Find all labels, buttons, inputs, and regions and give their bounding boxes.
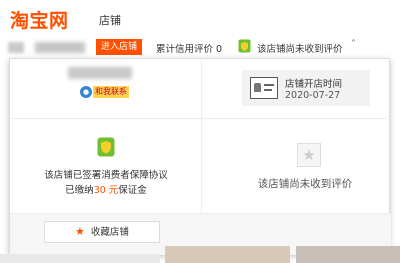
chevron-up-icon[interactable]: ˄ [351,39,356,50]
store-info-dropdown: ● 和我联系 店铺开店时间 2020-07-27 该店铺已签署消费者保障协议 已… [9,58,391,255]
blurred-seller-name [68,67,132,79]
open-time-box: 店铺开店时间 2020-07-27 [242,70,370,106]
no-evaluation-text: 该店铺尚未收到评价 [257,178,353,190]
store-info-bar: 进入店铺 累计信用评价 0 该店铺尚未收到评价 ˄ [0,38,400,58]
open-date: 2020-07-27 [285,90,341,101]
site-header: 淘宝网 店铺 [0,0,400,38]
store-label: 店铺 [99,14,121,27]
consumer-guarantee-icon [238,39,251,53]
contact-label: 和我联系 [93,86,129,98]
open-time-title: 店铺开店时间 [285,79,343,90]
credit-rating[interactable]: 累计信用评价 0 [156,41,222,55]
shop-contact-cell: ● 和我联系 [10,59,202,119]
favorite-store-button[interactable]: ★ 收藏店铺 [44,221,160,243]
blurred-avatar [8,42,24,53]
taobao-logo[interactable]: 淘宝网 [10,6,69,33]
id-card-icon [250,77,278,99]
agreement-text: 该店铺已签署消费者保障协议 [44,170,168,181]
deposit-amount: 30 元 [93,185,119,196]
chat-icon: ● [80,86,92,98]
evaluation-cell: ★ 该店铺尚未收到评价 [202,119,391,213]
background-product-image [296,246,400,263]
favorite-star-icon: ★ [75,225,85,238]
guarantee-cell: 该店铺已签署消费者保障协议 已缴纳30 元保证金 [10,119,202,213]
open-time-cell: 店铺开店时间 2020-07-27 [202,59,391,119]
favorite-label: 收藏店铺 [90,227,129,238]
background-page-strip [0,254,160,263]
blurred-shop-name [35,42,85,53]
guarantee-shield-icon [97,137,115,157]
enter-store-button[interactable]: 进入店铺 [96,39,142,55]
background-product-image [165,246,290,263]
contact-seller-button[interactable]: ● 和我联系 [80,85,129,99]
star-icon: ★ [297,143,321,167]
evaluation-status[interactable]: 该店铺尚未收到评价 [257,41,343,55]
deposit-text: 已缴纳30 元保证金 [65,185,147,196]
